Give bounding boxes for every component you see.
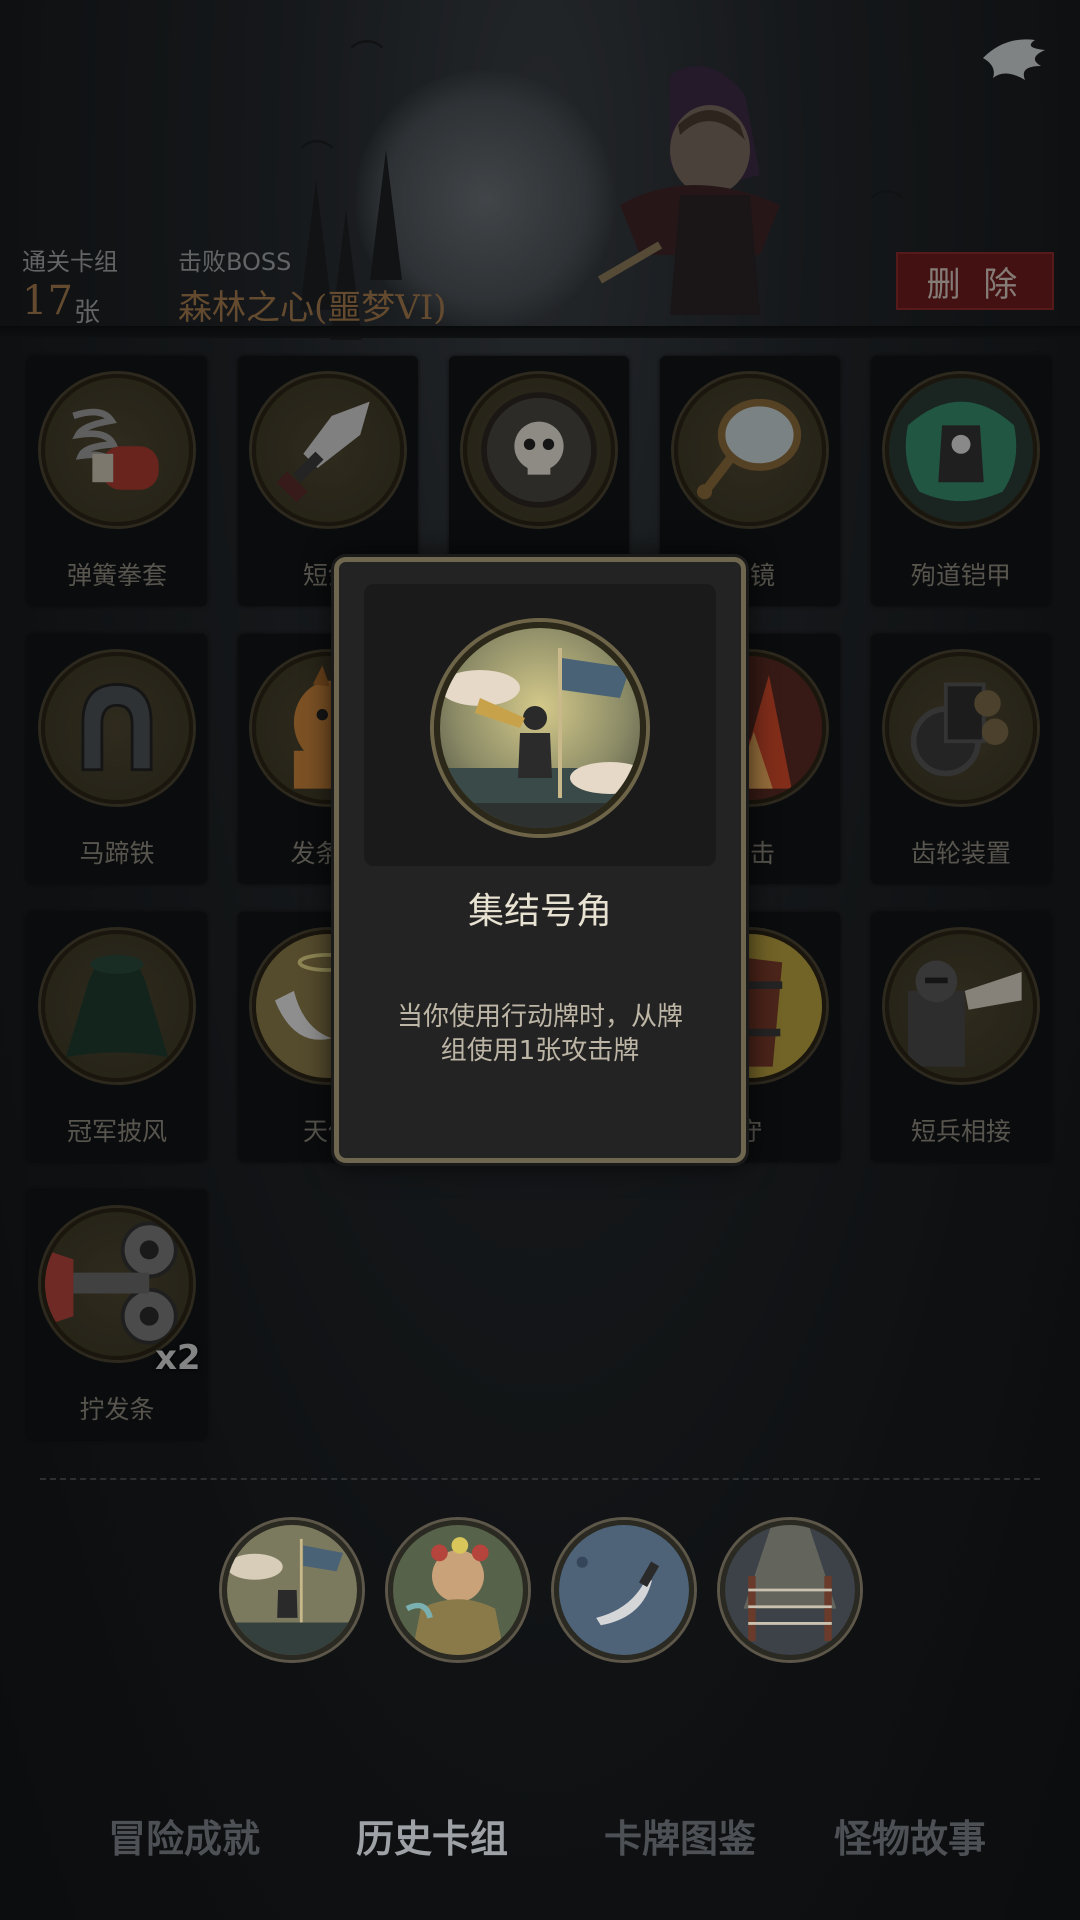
card-art-frame (364, 584, 716, 866)
forest-dryad-relic[interactable] (388, 1520, 528, 1660)
tab-2[interactable]: 卡牌图鉴 (580, 1808, 780, 1863)
popup-description: 当你使用行动牌时，从牌 组使用1张攻击牌 (379, 1000, 701, 1068)
card-detail-popup: 集结号角 当你使用行动牌时，从牌 组使用1张攻击牌 (334, 557, 746, 1163)
boxing-ring-relic[interactable] (720, 1520, 860, 1660)
popup-description-line: 当你使用行动牌时，从牌 (396, 1002, 683, 1032)
tab-3[interactable]: 怪物故事 (810, 1808, 1010, 1863)
section-divider (40, 1478, 1040, 1480)
rally-horn-relic[interactable] (222, 1520, 362, 1660)
tab-0[interactable]: 冒险成就 (84, 1808, 284, 1863)
dagger-relic[interactable] (554, 1520, 694, 1660)
rally-horn-icon (434, 622, 646, 834)
popup-title: 集结号角 (467, 891, 612, 932)
tab-1[interactable]: 历史卡组 (332, 1808, 532, 1863)
popup-description-line: 组使用1张攻击牌 (440, 1036, 640, 1066)
